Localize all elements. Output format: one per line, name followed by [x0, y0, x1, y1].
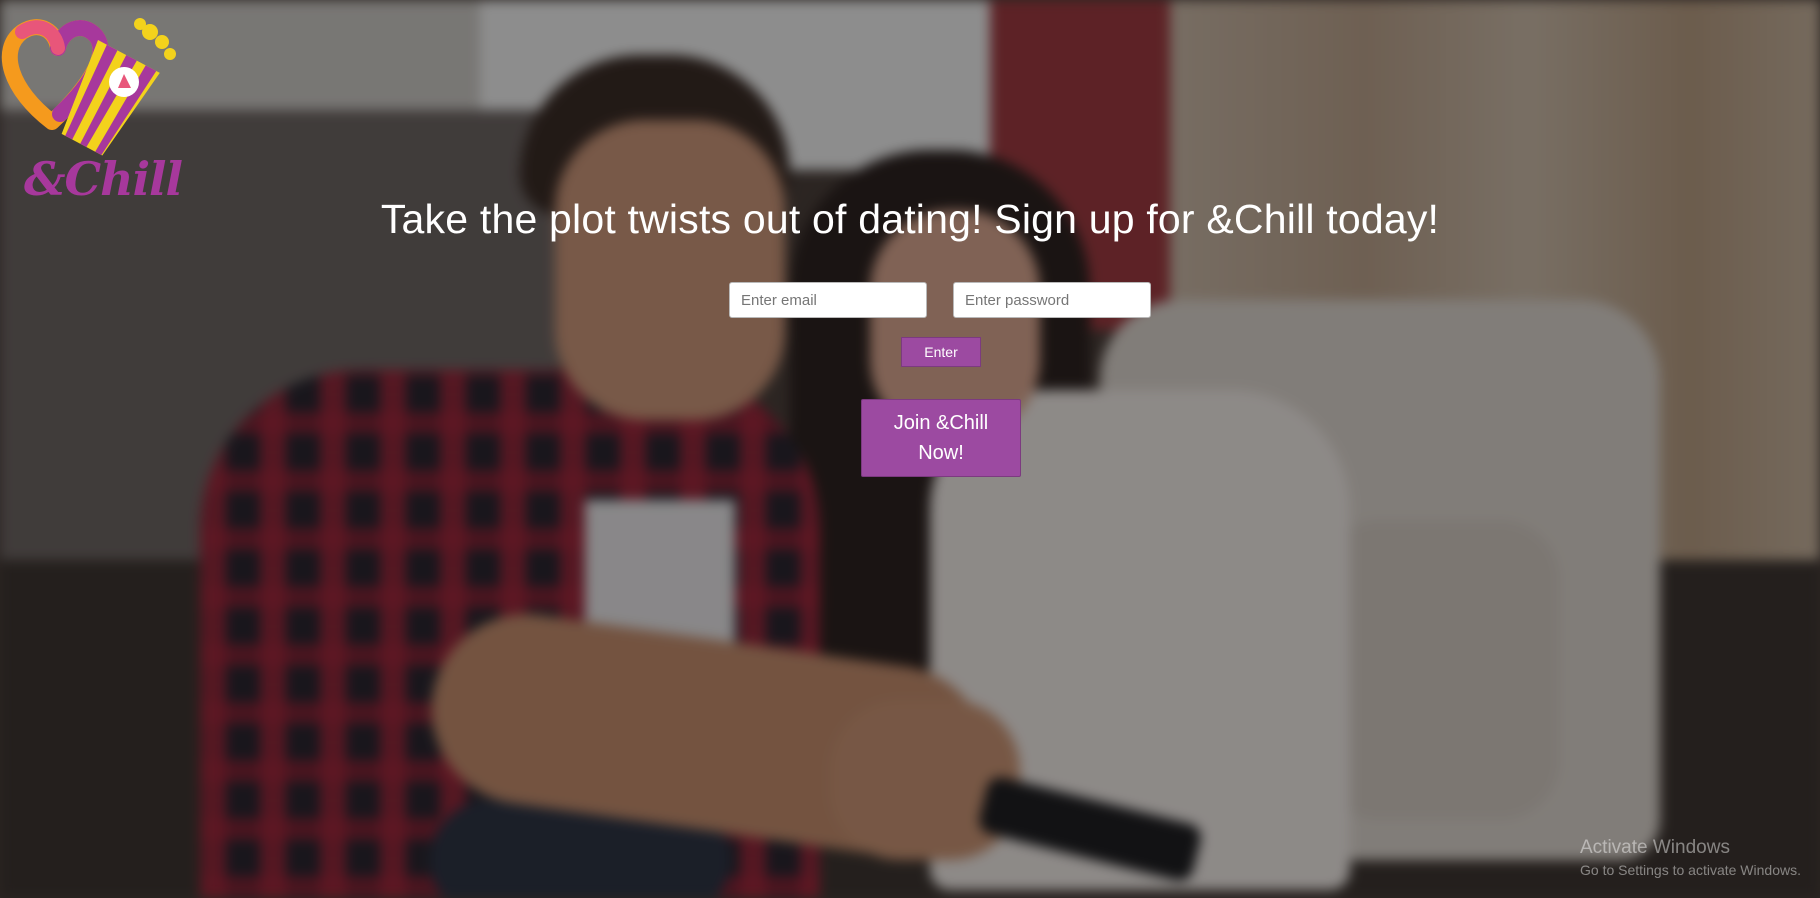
brand-logo[interactable]: &Chill — [0, 10, 190, 206]
watermark-subtitle: Go to Settings to activate Windows. — [1580, 862, 1801, 878]
join-now-button[interactable]: Join &Chill Now! — [861, 399, 1021, 477]
activate-windows-watermark: Activate Windows Go to Settings to activ… — [1580, 836, 1801, 880]
watermark-title: Activate Windows — [1580, 837, 1730, 858]
landing-page: &Chill Take the plot twists out of datin… — [0, 0, 1820, 898]
heart-popcorn-icon — [1, 18, 176, 156]
enter-button[interactable]: Enter — [901, 337, 981, 367]
password-input[interactable] — [953, 282, 1151, 318]
email-input[interactable] — [729, 282, 927, 318]
hero-headline: Take the plot twists out of dating! Sign… — [380, 196, 1440, 242]
